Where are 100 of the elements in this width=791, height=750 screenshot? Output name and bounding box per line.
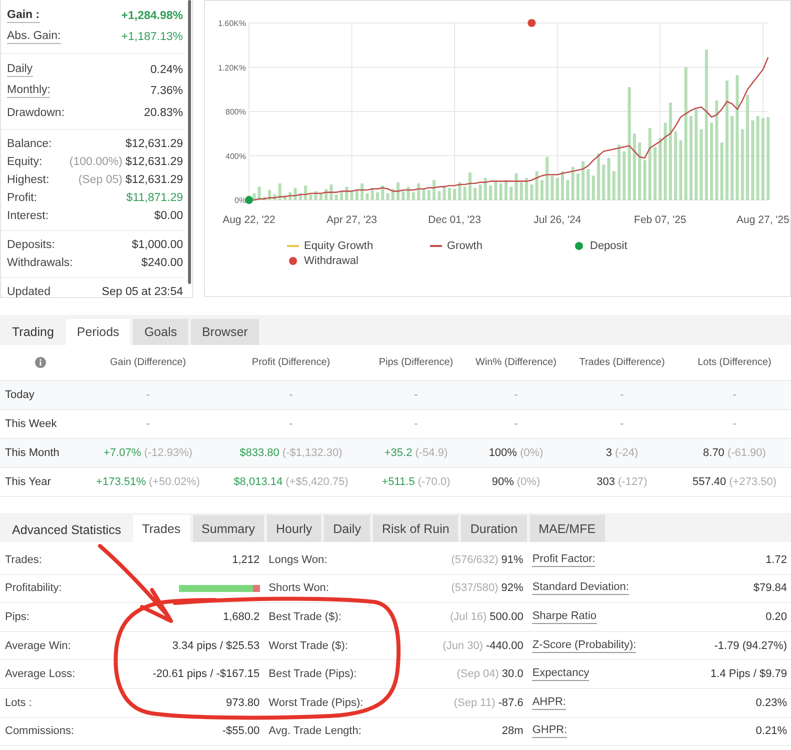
stat-label: Standard Deviation: [532, 581, 629, 596]
stat-value: 7.36% [150, 85, 183, 98]
cell-value: - [732, 418, 736, 430]
tab[interactable]: MAE/MFE [530, 515, 605, 542]
row-label: Today [5, 389, 34, 401]
stat-value: 0.20 [766, 610, 787, 623]
cell-value: 90% [492, 476, 514, 488]
bar [592, 176, 595, 200]
bar [438, 191, 441, 200]
tab[interactable]: Goals [133, 319, 188, 345]
bar [668, 102, 672, 200]
stat-value: $240.00 [141, 256, 183, 268]
bar [458, 182, 462, 200]
legend-label: Deposit [590, 240, 628, 252]
bar [654, 146, 657, 200]
stat-label: Withdrawals: [7, 256, 73, 268]
tab[interactable]: Browser [190, 319, 259, 345]
stat-label: Equity: [7, 156, 42, 168]
stat-label: Balance: [7, 138, 52, 150]
cell-value: - [514, 418, 518, 430]
stat-note: (Jun 30) [442, 640, 484, 652]
stat-label: Commissions: [5, 725, 74, 738]
stat-value: $12,631.29 [125, 156, 183, 168]
stat-label: Daily [7, 62, 33, 77]
stat-value: $11,871.29 [126, 192, 183, 204]
bar [278, 183, 282, 200]
bar [510, 186, 513, 200]
scrollbar[interactable] [188, 0, 191, 284]
stat-value: $1,000.00 [132, 238, 183, 250]
bar [376, 192, 379, 200]
bar [370, 188, 374, 200]
cell-value: $8,013.14 [234, 476, 283, 488]
stat-label: Interest: [7, 210, 49, 222]
stat-note: (Sep 05) [78, 174, 122, 186]
stat-note: (576/632) [451, 554, 498, 566]
row-label: This Year [5, 476, 51, 488]
tab[interactable]: Duration [461, 515, 527, 542]
cell-diff: (+$5,420.75) [286, 476, 348, 488]
legend-label: Equity Growth [304, 240, 374, 252]
stat-value: 1.4 Pips / $9.79 [710, 668, 787, 680]
cell-value: +7.07% [104, 447, 142, 459]
stat-label: Gain : [7, 8, 40, 23]
cell-value: +511.5 [382, 476, 415, 488]
stat-label: Worst Trade (Pips): [268, 696, 364, 709]
cell-value: +173.51% [96, 476, 146, 488]
bar [504, 180, 508, 200]
tab[interactable]: Periods [66, 319, 130, 345]
stat-label: Updated [7, 286, 50, 298]
cell-diff: (-24) [614, 447, 638, 459]
cell-value: 8.70 [703, 447, 724, 459]
x-axis-label: Apr 27, '23 [326, 214, 378, 226]
tab[interactable]: Daily [324, 515, 370, 542]
stat-value: -440.00 [486, 640, 524, 652]
bar [453, 188, 456, 200]
stat-note: (Sep 04) [456, 668, 499, 680]
bar [576, 173, 580, 200]
legend-label: Growth [447, 240, 482, 252]
bar [535, 171, 538, 200]
stat-value: 20.83% [144, 106, 183, 119]
bar [751, 120, 754, 200]
bar [710, 122, 714, 200]
bar [648, 128, 652, 200]
bar [355, 190, 358, 200]
bar [474, 188, 477, 200]
bar [766, 117, 770, 200]
bar [690, 116, 693, 200]
bar [530, 184, 534, 200]
stat-label: Longs Won: [268, 554, 328, 566]
bar [489, 186, 492, 200]
bar [330, 184, 333, 200]
tab[interactable]: Risk of Ruin [372, 515, 458, 542]
stat-label: Highest: [7, 174, 50, 186]
bar [546, 156, 549, 200]
stat-label: Worst Trade ($): [268, 640, 348, 652]
stat-label: GHPR: [532, 724, 568, 738]
tab[interactable]: Trades [133, 515, 190, 542]
x-axis-label: Dec 01, '23 [428, 214, 481, 226]
stat-label: Monthly: [7, 84, 50, 98]
tab[interactable]: Summary [192, 515, 264, 542]
info-icon[interactable] [34, 357, 46, 368]
cell-diff: (-127) [618, 476, 648, 488]
stat-note: (Jul 16) [450, 610, 487, 623]
bar [602, 164, 606, 200]
cell-diff: (0%) [516, 476, 540, 488]
tab[interactable]: Hourly [267, 515, 322, 542]
bar [494, 181, 498, 200]
bar [582, 161, 585, 200]
bar [684, 67, 688, 200]
cell-diff: (0%) [520, 447, 544, 459]
cell-value: - [732, 389, 736, 401]
x-axis-label: Jul 26, '24 [534, 214, 582, 226]
bar [704, 50, 708, 200]
cell-diff: (-61.90) [727, 447, 766, 459]
stat-value: $79.84 [753, 582, 787, 594]
stat-value: 1.72 [766, 554, 787, 566]
y-axis-label: 400% [226, 152, 246, 161]
bar [258, 186, 261, 200]
bar [674, 131, 678, 200]
y-axis-label: 1.20K% [218, 63, 246, 72]
bar [725, 80, 728, 200]
